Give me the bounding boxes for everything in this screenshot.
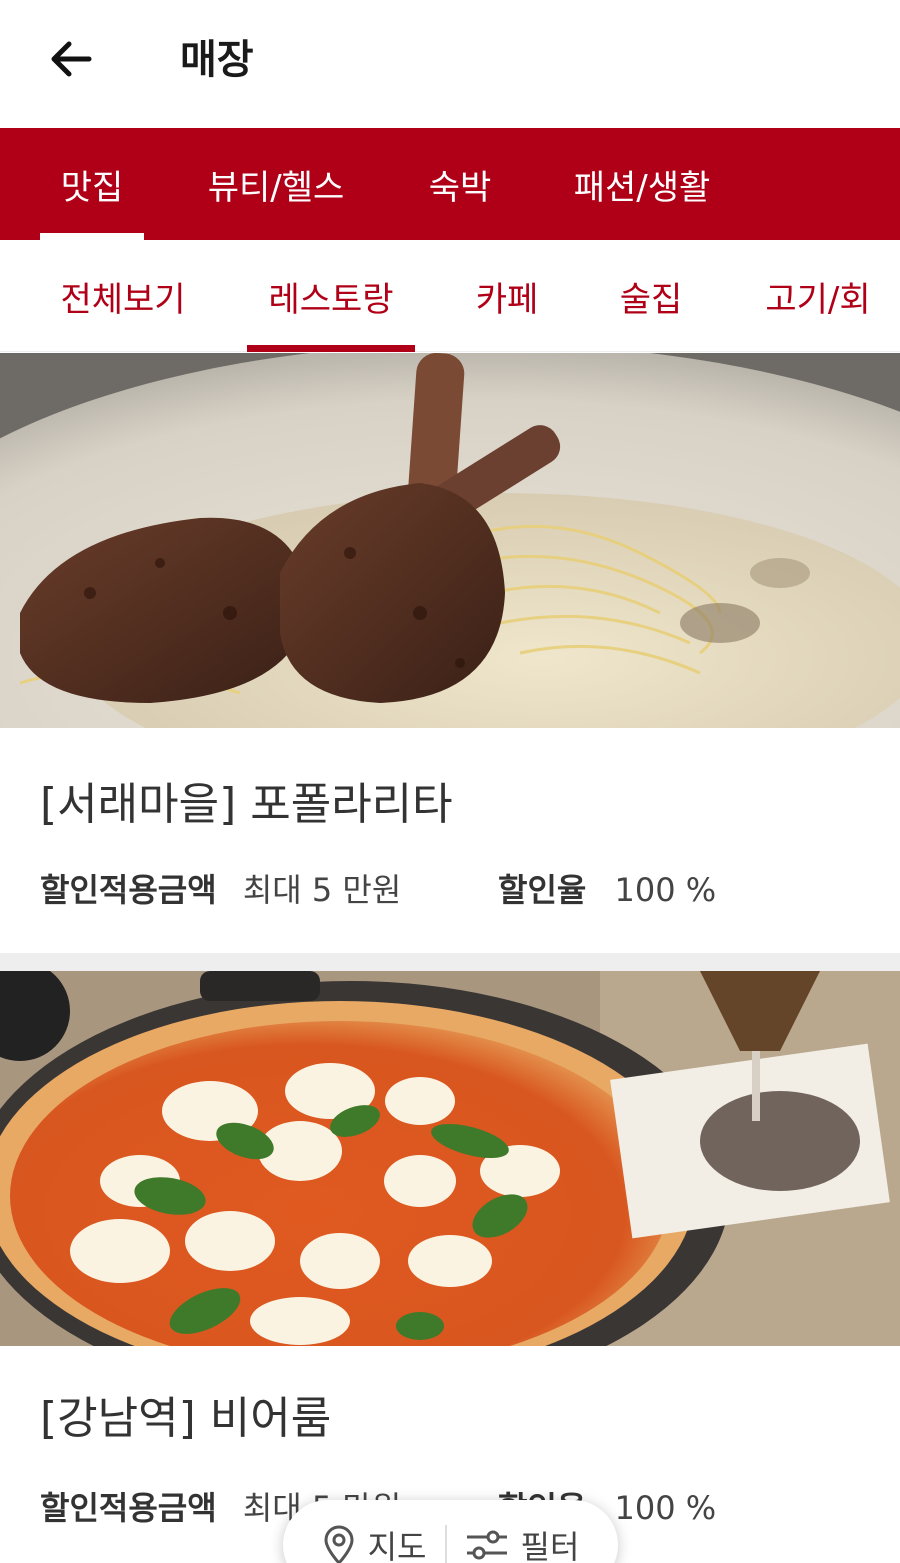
- subtab-label: 레스토랑: [268, 279, 394, 320]
- store-card[interactable]: [강남역] 비어룸 할인적용금액 최대 5 만원 할인율 100 %: [0, 971, 900, 1563]
- tab-lodging[interactable]: 숙박: [415, 128, 505, 240]
- subtab-all[interactable]: 전체보기: [50, 240, 196, 352]
- store-name: [서래마을] 포폴라리타: [40, 779, 453, 830]
- back-button[interactable]: [44, 34, 98, 84]
- category-tab-bar: 맛집 뷰티/헬스 숙박 패션/생활: [0, 128, 900, 240]
- store-image: [0, 353, 900, 728]
- subtab-label: 술집: [619, 279, 683, 320]
- tab-beauty-health[interactable]: 뷰티/헬스: [196, 128, 356, 240]
- discount-amount-label: 할인적용금액: [40, 1489, 217, 1527]
- active-tab-indicator: [40, 233, 144, 240]
- page-title: 매장: [180, 37, 254, 83]
- arrow-left-icon: [51, 41, 92, 77]
- discount-rate-value: 100 %: [614, 871, 717, 909]
- filter-button[interactable]: 필터: [447, 1522, 598, 1563]
- store-discount-info: 할인적용금액 최대 5 만원: [40, 866, 401, 914]
- margherita-pizza-photo: [0, 971, 900, 1346]
- tab-label: 맛집: [60, 167, 124, 208]
- subtab-restaurant[interactable]: 레스토랑: [247, 240, 415, 352]
- card-divider: [0, 953, 900, 971]
- subtab-meat-sashimi[interactable]: 고기/회: [750, 240, 886, 352]
- store-image: [0, 971, 900, 1346]
- store-discount-rate: 할인율 100 %: [498, 866, 716, 914]
- sliders-icon: [466, 1530, 507, 1560]
- subtab-label: 카페: [475, 279, 539, 320]
- subtab-label: 고기/회: [765, 279, 871, 320]
- map-filter-floating-bar: 지도 필터: [283, 1500, 618, 1563]
- store-card[interactable]: [서래마을] 포폴라리타 할인적용금액 최대 5 만원 할인율 100 %: [0, 353, 900, 953]
- subtab-cafe[interactable]: 카페: [462, 240, 552, 352]
- discount-rate-value: 100 %: [614, 1489, 717, 1527]
- lamb-chop-pasta-photo: [0, 353, 900, 728]
- subcategory-tab-bar: 전체보기 레스토랑 카페 술집 고기/회: [0, 240, 900, 352]
- discount-amount-value: 최대 5 만원: [242, 871, 402, 909]
- map-button-label: 지도: [367, 1528, 427, 1563]
- discount-amount-label: 할인적용금액: [40, 871, 217, 909]
- store-name: [강남역] 비어룸: [40, 1393, 332, 1444]
- tab-restaurants[interactable]: 맛집: [40, 128, 144, 240]
- tab-fashion-living[interactable]: 패션/생활: [562, 128, 722, 240]
- app-header: 매장: [0, 0, 900, 128]
- tab-label: 패션/생활: [573, 167, 711, 208]
- subtab-bar[interactable]: 술집: [606, 240, 696, 352]
- tab-label: 뷰티/헬스: [207, 167, 345, 208]
- discount-rate-label: 할인율: [498, 871, 587, 909]
- subtab-label: 전체보기: [60, 279, 186, 320]
- map-pin-icon: [324, 1525, 354, 1563]
- tab-label: 숙박: [428, 167, 492, 208]
- active-subtab-indicator: [247, 345, 415, 352]
- filter-button-label: 필터: [520, 1528, 580, 1563]
- map-button[interactable]: 지도: [304, 1522, 445, 1563]
